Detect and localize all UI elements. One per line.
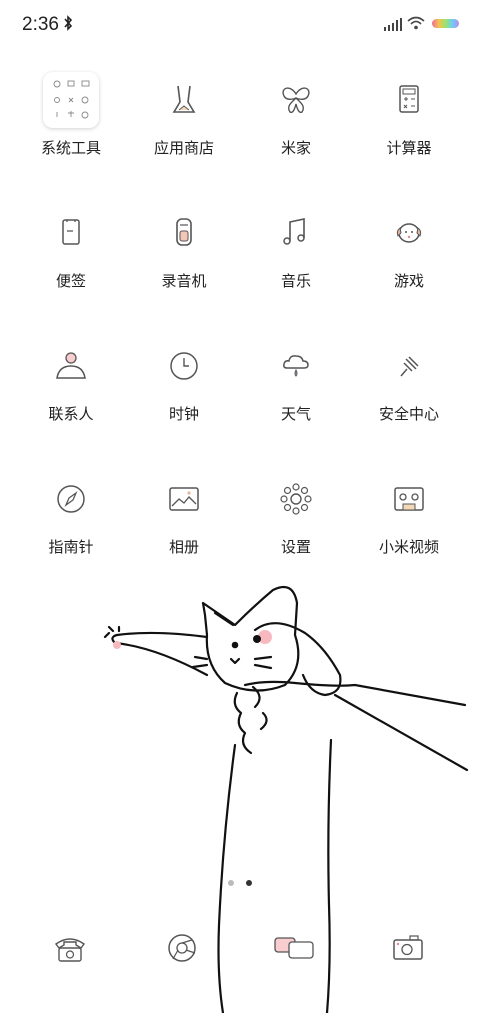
gallery-icon <box>154 469 214 529</box>
bluetooth-icon <box>63 15 73 35</box>
camera-icon[interactable] <box>380 920 436 976</box>
app-calculator[interactable]: 计算器 <box>353 70 465 158</box>
contacts-icon <box>41 336 101 396</box>
app-recorder[interactable]: 录音机 <box>128 203 240 291</box>
system-tools-folder-icon <box>41 70 101 130</box>
video-icon <box>379 469 439 529</box>
app-gallery[interactable]: 相册 <box>128 469 240 557</box>
app-label: 应用商店 <box>153 139 214 157</box>
recorder-icon <box>154 203 214 263</box>
app-store[interactable]: 应用商店 <box>128 70 240 158</box>
messages-icon[interactable] <box>266 920 322 976</box>
app-games[interactable]: 游戏 <box>353 203 465 291</box>
app-weather[interactable]: 天气 <box>240 336 352 424</box>
app-label: 设置 <box>280 538 311 556</box>
compass-icon <box>41 469 101 529</box>
signal-icon <box>384 17 402 36</box>
battery-icon <box>432 19 459 28</box>
clock-icon <box>154 336 214 396</box>
mijia-icon <box>266 70 326 130</box>
settings-icon <box>266 469 326 529</box>
phone-icon[interactable] <box>42 920 98 976</box>
app-label: 时钟 <box>168 405 199 423</box>
app-label: 指南针 <box>48 538 94 556</box>
browser-icon[interactable] <box>154 920 210 976</box>
notes-icon <box>41 203 101 263</box>
app-video[interactable]: 小米视频 <box>353 469 465 557</box>
app-label: 天气 <box>280 405 311 423</box>
app-notes[interactable]: 便签 <box>15 203 127 291</box>
games-icon <box>379 203 439 263</box>
weather-icon <box>266 336 326 396</box>
app-music[interactable]: 音乐 <box>240 203 352 291</box>
app-store-icon <box>154 70 214 130</box>
page-indicator[interactable] <box>227 872 253 891</box>
status-time: 2:36 <box>22 14 59 35</box>
app-contacts[interactable]: 联系人 <box>15 336 127 424</box>
music-icon <box>266 203 326 263</box>
dock <box>0 920 480 980</box>
app-label: 录音机 <box>161 272 207 290</box>
app-mijia[interactable]: 米家 <box>240 70 352 158</box>
app-clock[interactable]: 时钟 <box>128 336 240 424</box>
app-label: 计算器 <box>386 139 432 157</box>
app-label: 米家 <box>280 139 311 157</box>
app-label: 音乐 <box>280 272 311 290</box>
calculator-icon <box>379 70 439 130</box>
app-security[interactable]: 安全中心 <box>353 336 465 424</box>
app-label: 小米视频 <box>378 538 439 556</box>
app-label: 相册 <box>168 538 199 556</box>
app-settings[interactable]: 设置 <box>240 469 352 557</box>
security-icon <box>379 336 439 396</box>
app-label: 联系人 <box>48 405 94 423</box>
app-label: 便签 <box>55 272 86 290</box>
app-label: 系统工具 <box>40 139 101 157</box>
app-compass[interactable]: 指南针 <box>15 469 127 557</box>
app-label: 游戏 <box>393 272 424 290</box>
status-bar: 2:36 <box>0 0 480 52</box>
wifi-icon <box>407 15 425 34</box>
app-system-tools[interactable]: 系统工具 <box>15 70 127 158</box>
app-label: 安全中心 <box>378 405 439 423</box>
